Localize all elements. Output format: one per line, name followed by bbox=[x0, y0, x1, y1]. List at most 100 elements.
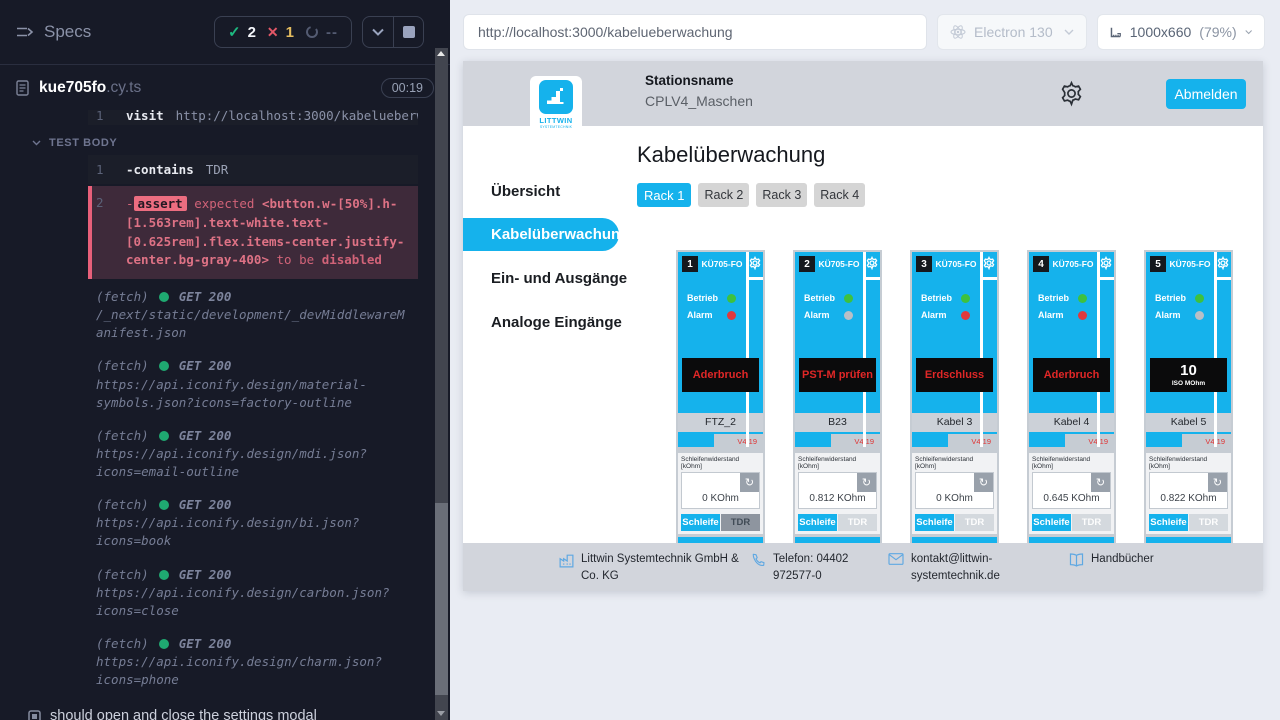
schleife-button[interactable]: Schleife bbox=[915, 514, 954, 531]
command-row-contains[interactable]: 1 -contains TDR bbox=[88, 155, 418, 184]
device-card: 1 KÜ705-FO Betrieb Alarm bbox=[676, 250, 765, 543]
visit-command-clipped: 1 visit http://localhost:3000/kabelueber… bbox=[88, 110, 418, 125]
device-gear-icon[interactable] bbox=[1099, 256, 1113, 275]
reporter-scrollbar[interactable] bbox=[435, 48, 448, 720]
refresh-icon[interactable]: ↻ bbox=[1208, 473, 1227, 492]
device-front: 4 KÜ705-FO Betrieb Alarm bbox=[1029, 252, 1114, 447]
rack-tab[interactable]: Rack 1 bbox=[637, 183, 691, 207]
tdr-button[interactable]: TDR bbox=[721, 514, 760, 531]
schleife-button[interactable]: Schleife bbox=[798, 514, 837, 531]
device-gear-icon[interactable] bbox=[748, 256, 762, 275]
stop-icon bbox=[403, 26, 415, 38]
fetch-log-row[interactable]: (fetch) GET 200 https://api.iconify.desi… bbox=[88, 561, 418, 625]
fetch-status: GET 200 bbox=[179, 288, 232, 306]
settings-gear-icon[interactable] bbox=[1058, 80, 1085, 112]
device-front: 2 KÜ705-FO Betrieb Alarm bbox=[795, 252, 880, 447]
pending-count: -- bbox=[326, 24, 338, 41]
device-gear-icon[interactable] bbox=[865, 256, 879, 275]
spec-file-row[interactable]: kue705fo.cy.ts 00:19 bbox=[0, 65, 450, 110]
sidebar-item[interactable]: Analoge Eingänge bbox=[463, 300, 628, 344]
aut-panel: http://localhost:3000/kabelueberwachung … bbox=[450, 0, 1280, 720]
device-gear-icon[interactable] bbox=[1216, 256, 1230, 275]
refresh-icon[interactable]: ↻ bbox=[740, 473, 759, 492]
tdr-button[interactable]: TDR bbox=[838, 514, 877, 531]
test-body-section[interactable]: TEST BODY bbox=[32, 137, 450, 149]
status-text: 10 bbox=[1180, 363, 1197, 378]
next-test-row[interactable]: should open and close the settings modal bbox=[28, 708, 450, 720]
divider bbox=[980, 252, 983, 447]
refresh-icon[interactable]: ↻ bbox=[857, 473, 876, 492]
page-title: Kabelüberwachung bbox=[637, 142, 1263, 168]
browser-selector[interactable]: Electron 130 bbox=[937, 14, 1087, 50]
slot-number: 5 bbox=[1150, 256, 1166, 272]
firmware-version: V4.19 bbox=[1182, 434, 1231, 447]
measurement-value: 0.645 KOhm bbox=[1033, 493, 1110, 504]
specs-nav[interactable]: Specs bbox=[16, 22, 91, 42]
betrieb-led bbox=[727, 294, 736, 303]
status-text: PST-M prüfen bbox=[802, 369, 873, 381]
alarm-led bbox=[727, 311, 736, 320]
alarm-led bbox=[1195, 311, 1204, 320]
fetch-log-row[interactable]: (fetch) GET 200 https://api.iconify.desi… bbox=[88, 422, 418, 486]
footer-manuals[interactable]: Handbücher bbox=[1068, 551, 1154, 591]
app-content: Kabelüberwachung Rack 1 Rack 2 Rack 3 Ra… bbox=[628, 126, 1263, 543]
scroll-up-arrow[interactable] bbox=[437, 51, 445, 56]
app-header: LITTWIN SYSTEMTECHNIK Stationsname CPLV4… bbox=[463, 61, 1263, 126]
tdr-button[interactable]: TDR bbox=[955, 514, 994, 531]
fetch-log-row[interactable]: (fetch) GET 200 https://api.iconify.desi… bbox=[88, 491, 418, 555]
app-footer: Littwin Systemtechnik GmbH & Co. KG Tele… bbox=[463, 543, 1263, 591]
device-gear-icon[interactable] bbox=[982, 256, 996, 275]
command-row-assert-failed[interactable]: 2 -assert expected <button.w-[50%].h-[1.… bbox=[88, 186, 418, 279]
tdr-button[interactable]: TDR bbox=[1189, 514, 1228, 531]
schleife-button[interactable]: Schleife bbox=[1149, 514, 1188, 531]
schleife-button[interactable]: Schleife bbox=[1032, 514, 1071, 531]
measurement-box: ↻ 0.645 KOhm bbox=[1032, 472, 1111, 509]
measurement-box: ↻ 0.822 KOhm bbox=[1149, 472, 1228, 509]
measurement-box: ↻ 0 KOhm bbox=[915, 472, 994, 509]
fetch-log-row[interactable]: (fetch) GET 200 /_next/static/developmen… bbox=[88, 283, 418, 347]
firmware-version: V4.19 bbox=[1065, 434, 1114, 447]
scroll-down-arrow[interactable] bbox=[437, 711, 445, 716]
status-leds: Betrieb Alarm bbox=[1038, 293, 1087, 327]
footer-email[interactable]: kontakt@littwin-systemtechnik.de bbox=[888, 551, 1016, 591]
fetch-label: (fetch) bbox=[96, 357, 149, 375]
fetch-url: https://api.iconify.design/material-symb… bbox=[96, 376, 410, 412]
status-display: Aderbruch bbox=[682, 358, 759, 392]
sidebar-item[interactable]: Ein- und Ausgänge bbox=[463, 256, 628, 300]
fetch-log-row[interactable]: (fetch) GET 200 https://api.iconify.desi… bbox=[88, 352, 418, 416]
divider bbox=[749, 277, 763, 280]
firmware-row: V4.19 bbox=[912, 434, 997, 447]
status-text: Erdschluss bbox=[925, 369, 984, 381]
specs-title: Specs bbox=[44, 22, 91, 42]
schleife-button[interactable]: Schleife bbox=[681, 514, 720, 531]
scrollbar-thumb[interactable] bbox=[435, 503, 448, 695]
measurement-panel: Schleifenwiderstand [kOhm] ↻ 0.645 KOhm … bbox=[1029, 453, 1114, 534]
betrieb-led bbox=[844, 294, 853, 303]
rack-tab[interactable]: Rack 2 bbox=[698, 183, 749, 207]
collapse-button[interactable] bbox=[363, 17, 393, 47]
status-unit: ISO MOhm bbox=[1172, 380, 1205, 387]
app-under-test: LITTWIN SYSTEMTECHNIK Stationsname CPLV4… bbox=[463, 61, 1263, 591]
tdr-button[interactable]: TDR bbox=[1072, 514, 1111, 531]
stop-button[interactable] bbox=[393, 17, 423, 47]
sidebar-item[interactable]: Übersicht bbox=[463, 169, 628, 213]
viewport-selector[interactable]: 1000x660(79%) bbox=[1097, 14, 1265, 50]
command-row-visit[interactable]: 1 visit http://localhost:3000/kabelueber… bbox=[88, 110, 418, 125]
station-value: CPLV4_Maschen bbox=[645, 93, 753, 109]
rack-tab[interactable]: Rack 3 bbox=[756, 183, 807, 207]
refresh-icon[interactable]: ↻ bbox=[974, 473, 993, 492]
fetch-log-row[interactable]: (fetch) GET 200 https://api.iconify.desi… bbox=[88, 630, 418, 694]
fetch-label: (fetch) bbox=[96, 496, 149, 514]
logout-button[interactable]: Abmelden bbox=[1166, 79, 1246, 109]
url-input[interactable]: http://localhost:3000/kabelueberwachung bbox=[463, 14, 927, 50]
device-model: KÜ705-FO bbox=[1166, 259, 1214, 269]
betrieb-led bbox=[961, 294, 970, 303]
cable-name: Kabel 3 bbox=[912, 413, 997, 432]
sidebar-item[interactable]: Kabelüberwachung bbox=[463, 218, 619, 251]
rack-tab[interactable]: Rack 4 bbox=[814, 183, 865, 207]
browser-bar: http://localhost:3000/kabelueberwachung … bbox=[450, 0, 1280, 50]
measurement-panel: Schleifenwiderstand [kOhm] ↻ 0.812 KOhm … bbox=[795, 453, 880, 534]
refresh-icon[interactable]: ↻ bbox=[1091, 473, 1110, 492]
measurement-label: Schleifenwiderstand [kOhm] bbox=[1032, 456, 1111, 470]
device-front: 3 KÜ705-FO Betrieb Alarm bbox=[912, 252, 997, 447]
